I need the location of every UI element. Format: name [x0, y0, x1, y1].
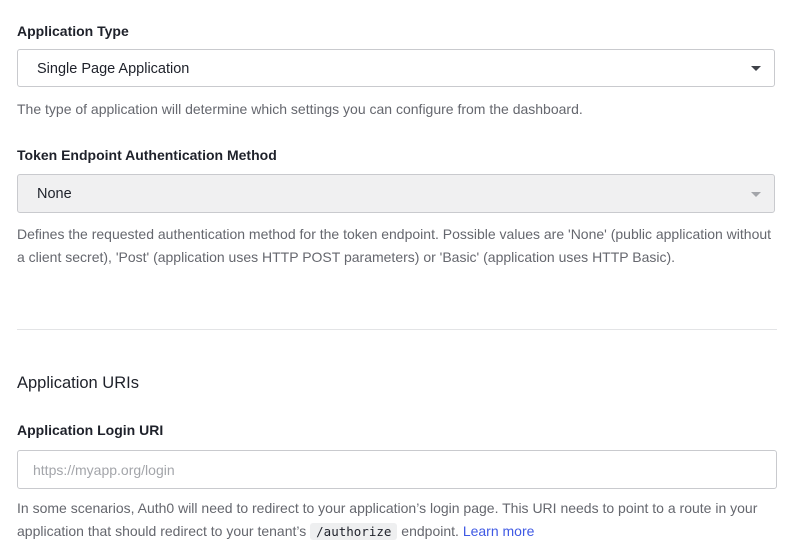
- authorize-endpoint-code: /authorize: [310, 522, 398, 540]
- application-login-uri-label: Application Login URI: [17, 422, 164, 438]
- token-auth-method-select[interactable]: None: [17, 174, 775, 213]
- login-uri-help-text-after: endpoint.: [397, 522, 463, 539]
- token-auth-method-help: Defines the requested authentication met…: [17, 226, 772, 265]
- token-auth-method-selected-value: None: [37, 186, 72, 202]
- token-auth-method-label: Token Endpoint Authentication Method: [17, 147, 277, 163]
- application-type-selected-value: Single Page Application: [37, 61, 190, 77]
- application-type-label: Application Type: [17, 23, 129, 39]
- application-login-uri-help: In some scenarios, Auth0 will need to re…: [17, 497, 777, 543]
- application-type-help: The type of application will determine w…: [17, 101, 583, 117]
- application-login-uri-input[interactable]: [17, 450, 777, 489]
- application-type-select[interactable]: Single Page Application: [17, 49, 775, 87]
- application-uris-title: Application URIs: [17, 374, 139, 392]
- chevron-down-icon: [751, 66, 761, 71]
- chevron-down-icon: [751, 192, 761, 197]
- section-divider: [17, 329, 777, 330]
- learn-more-link[interactable]: Learn more: [463, 523, 535, 539]
